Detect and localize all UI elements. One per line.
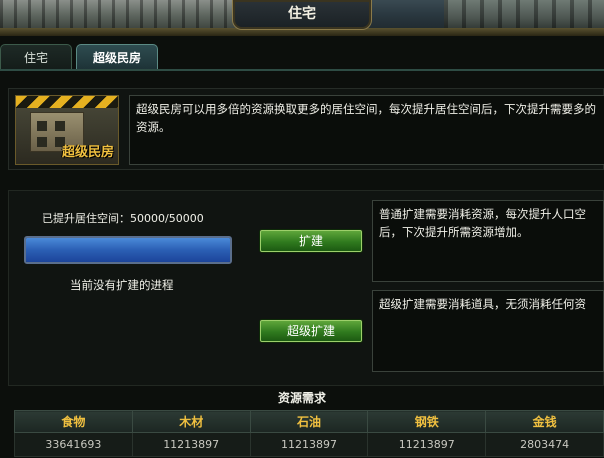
- resource-value-food: 33641693: [14, 432, 133, 457]
- expansion-status-text: 当前没有扩建的进程: [70, 278, 174, 292]
- intro-panel: 超级民房 超级民房可以用多倍的资源换取更多的居住空间，每次提升居住空间后，下次提…: [8, 88, 604, 170]
- resource-header-money: 金钱: [485, 410, 604, 433]
- window-title-plate: 住宅: [232, 0, 372, 30]
- resource-value-row: 33641693 11213897 11213897 11213897 2803…: [14, 432, 604, 457]
- expand-button[interactable]: 扩建: [260, 230, 362, 252]
- super-house-portrait: 超级民房: [15, 95, 119, 165]
- header-banner: 住宅: [0, 0, 604, 36]
- banner-scene-left: [0, 0, 240, 30]
- resource-header-steel: 钢铁: [367, 410, 487, 433]
- resource-value-oil: 11213897: [249, 432, 369, 457]
- hazard-stripe: [16, 96, 118, 108]
- super-expand-button[interactable]: 超级扩建: [260, 320, 362, 342]
- resource-value-steel: 11213897: [367, 432, 487, 457]
- resource-header-oil: 石油: [249, 410, 369, 433]
- resource-table: 食物 木材 石油 钢铁 金钱 33641693 11213897 1121389…: [14, 410, 604, 457]
- tab-bar: 住宅 超级民房: [0, 44, 604, 70]
- resource-value-wood: 11213897: [131, 432, 251, 457]
- expansion-progress-fill: [26, 238, 230, 262]
- super-expand-description: 超级扩建需要消耗道具，无须消耗任何资: [372, 290, 604, 372]
- intro-description: 超级民房可以用多倍的资源换取更多的居住空间，每次提升居住空间后，下次提升需要多的…: [129, 95, 604, 165]
- window-title: 住宅: [288, 6, 316, 22]
- tab-divider: [0, 69, 604, 71]
- tab-residence[interactable]: 住宅: [0, 44, 72, 70]
- tab-super-house[interactable]: 超级民房: [76, 44, 158, 70]
- resource-header-row: 食物 木材 石油 钢铁 金钱: [14, 410, 604, 433]
- portrait-label: 超级民房: [61, 145, 114, 160]
- expansion-progress-bar: [24, 236, 232, 264]
- resource-requirement-title: 资源需求: [277, 391, 326, 405]
- resource-header-food: 食物: [14, 410, 133, 433]
- banner-scene-right: [444, 0, 604, 30]
- resource-header-wood: 木材: [131, 410, 251, 433]
- living-space-label: 已提升居住空间：50000/50000: [42, 212, 204, 225]
- normal-expand-description: 普通扩建需要消耗资源，每次提升人口空后，下次提升所需资源增加。: [372, 200, 604, 282]
- resource-value-money: 2803474: [485, 432, 604, 457]
